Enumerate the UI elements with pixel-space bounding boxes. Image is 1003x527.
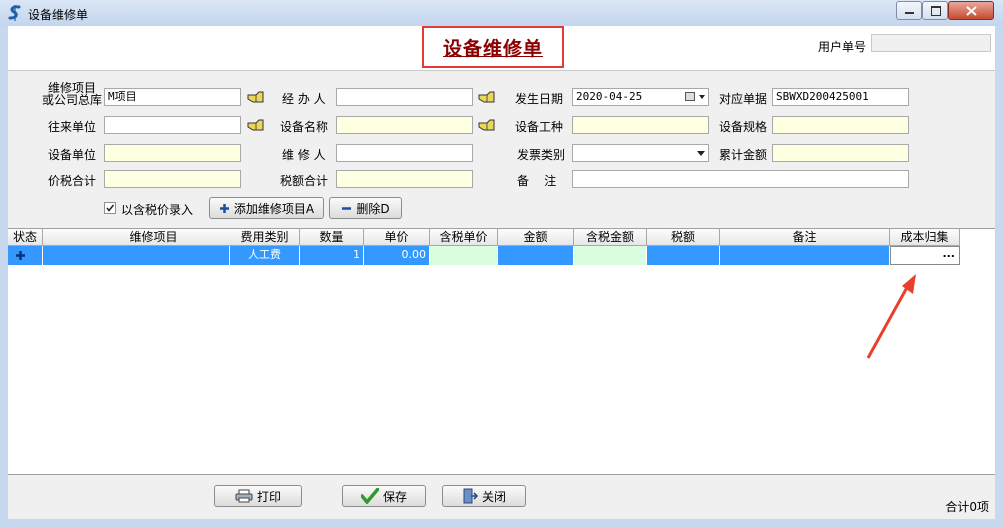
checkmark-icon [360,488,379,504]
close-window-button[interactable] [948,1,994,20]
repair-item-input[interactable]: M项目 [104,88,241,106]
device-unit-label: 设备单位 [48,148,97,162]
app-logo-icon [8,5,21,21]
close-button[interactable]: 关闭 [442,485,526,507]
print-button[interactable]: 打印 [214,485,302,507]
title-bar: 设备维修单 [0,0,1003,26]
price-cell[interactable]: 0.00 [364,246,430,265]
column-header[interactable]: 备注 [720,229,890,246]
form-header: 设备维修单 用户单号 [8,26,995,71]
form-title: 设备维修单 [442,37,543,60]
repair-item-cell[interactable] [43,246,230,265]
repair-items-grid[interactable]: 状态 维修项目 费用类别 数量 单价 含税单价 金额 含税金额 税额 备注 成本… [8,228,995,475]
remark-input[interactable] [572,170,909,188]
fee-type-cell[interactable]: 人工费 [230,246,300,265]
column-header[interactable]: 单价 [364,229,430,246]
handler-input[interactable] [336,88,473,106]
ref-doc-input[interactable]: SBWXD200425001 [772,88,909,106]
device-spec-label: 设备规格 [719,120,768,134]
form-title-box: 设备维修单 [422,26,564,68]
picker-hand-icon[interactable] [247,90,265,104]
repairer-input[interactable] [336,144,473,162]
remark-label: 备 注 [517,174,557,188]
column-header[interactable]: 含税金额 [574,229,647,246]
minimize-icon [905,12,914,14]
device-name-input[interactable] [336,116,473,134]
calendar-icon[interactable] [685,92,695,101]
qty-cell[interactable]: 1 [300,246,364,265]
close-icon [966,6,977,16]
date-label: 发生日期 [515,92,564,106]
invoice-type-select[interactable] [572,144,709,162]
amount-cell[interactable] [498,246,574,265]
red-annotation-arrow [866,274,916,359]
handler-label: 经 办 人 [282,92,326,106]
maximize-icon [931,6,941,16]
item-count-label: 合计0项 [945,500,989,514]
device-type-label: 设备工种 [515,120,564,134]
partner-label: 往来单位 [48,120,97,134]
minimize-button[interactable] [896,1,922,20]
picker-hand-icon[interactable] [478,118,496,132]
column-header[interactable]: 状态 [8,229,43,246]
form-body: 设备维修单 用户单号 维修项目 或公司总库 M项目 经 办 人 发生日期 202… [8,26,995,519]
tax-cell[interactable] [647,246,720,265]
column-header[interactable]: 数量 [300,229,364,246]
user-doc-no-input[interactable] [871,34,991,52]
device-unit-input[interactable] [104,144,241,162]
device-type-input[interactable] [572,116,709,134]
column-header[interactable]: 金额 [498,229,574,246]
repairer-label: 维 修 人 [282,148,326,162]
column-header[interactable]: 成本归集 [890,229,960,246]
checkmark-icon [106,204,115,212]
row-status-cell[interactable] [8,246,43,265]
maximize-button[interactable] [922,1,948,20]
tax-total-input[interactable] [336,170,473,188]
window-title: 设备维修单 [28,8,89,22]
printer-icon [235,489,253,503]
plus-icon [219,203,229,213]
repair-item-label: 维修项目 或公司总库 [42,81,103,107]
total-amount-label: 累计金额 [719,148,768,162]
tax-entry-checkbox[interactable] [104,202,116,214]
main-window: 设备维修单 设备维修单 用户单号 维修项目 或公司总库 M项目 经 办 人 发生… [0,0,1003,527]
tax-total-label: 税额合计 [280,174,329,188]
invoice-type-label: 发票类别 [517,148,566,162]
user-doc-no-label: 用户单号 [818,40,867,54]
date-picker[interactable]: 2020-04-25 [572,88,709,106]
chevron-down-icon[interactable] [699,95,705,99]
device-spec-input[interactable] [772,116,909,134]
column-header[interactable]: 含税单价 [430,229,498,246]
minus-icon [342,206,352,210]
tax-entry-label: 以含税价录入 [121,203,194,217]
add-repair-item-button[interactable]: 添加维修项目A [209,197,324,219]
cost-center-ellipsis-button[interactable]: ... [890,246,960,265]
ref-doc-label: 对应单据 [719,92,768,106]
save-button[interactable]: 保存 [342,485,426,507]
plus-icon [16,251,25,260]
date-value: 2020-04-25 [576,90,643,103]
picker-hand-icon[interactable] [478,90,496,104]
delete-button[interactable]: 删除D [329,197,402,219]
column-header[interactable]: 税额 [647,229,720,246]
note-cell[interactable] [720,246,890,265]
exit-door-icon [463,488,478,504]
price-incl-tax-cell[interactable] [430,246,498,265]
total-amount-input[interactable] [772,144,909,162]
picker-hand-icon[interactable] [247,118,265,132]
device-name-label: 设备名称 [280,120,329,134]
total-incl-tax-input[interactable] [104,170,241,188]
partner-input[interactable] [104,116,241,134]
amount-incl-tax-cell[interactable] [574,246,647,265]
column-header[interactable]: 费用类别 [230,229,300,246]
chevron-down-icon[interactable] [697,151,705,156]
total-incl-tax-label: 价税合计 [48,174,97,188]
